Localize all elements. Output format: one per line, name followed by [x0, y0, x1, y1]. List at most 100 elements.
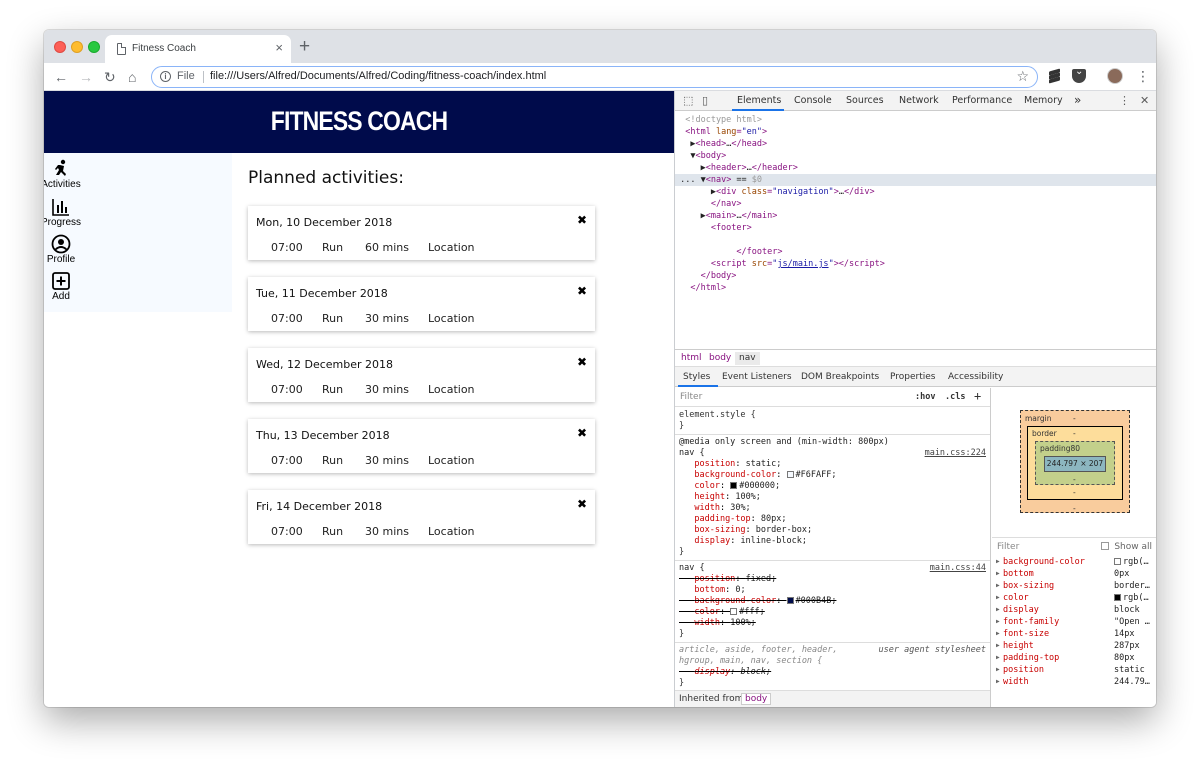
dom-node[interactable]: ▶<main>…</main>: [675, 210, 1156, 222]
tab-network[interactable]: Network: [899, 95, 939, 106]
remove-activity-button[interactable]: ✖: [577, 426, 587, 440]
hover-state-button[interactable]: :hov: [915, 392, 935, 402]
divider: [203, 71, 204, 83]
subtab-properties[interactable]: Properties: [890, 372, 935, 382]
computed-property[interactable]: ▶ height 287px: [992, 640, 1156, 652]
element-style-selector: element.style {: [679, 410, 756, 420]
computed-filter-input[interactable]: Filter: [997, 542, 1019, 552]
breadcrumb-nav[interactable]: nav: [735, 352, 760, 365]
nav-item-progress[interactable]: Progress: [44, 197, 87, 228]
maximize-window-button[interactable]: [88, 41, 100, 53]
tab-elements[interactable]: Elements: [737, 95, 781, 106]
subtab-styles[interactable]: Styles: [683, 372, 710, 382]
page-title: Planned activities:: [248, 168, 404, 188]
computed-property[interactable]: ▶ padding-top 80px: [992, 652, 1156, 664]
computed-property[interactable]: ▶ bottom 0px: [992, 568, 1156, 580]
pocket-icon[interactable]: [1072, 66, 1086, 83]
css-declaration[interactable]: color: #000000;: [679, 481, 780, 492]
computed-property[interactable]: ▶ box-sizing border…: [992, 580, 1156, 592]
css-declaration[interactable]: display: inline-block;: [679, 536, 807, 547]
css-declaration[interactable]: height: 100%;: [679, 492, 761, 503]
dom-node[interactable]: </html>: [675, 282, 1156, 294]
breadcrumb-body[interactable]: body: [709, 353, 731, 363]
rule-selector: nav {: [679, 448, 705, 458]
dom-node[interactable]: ▶<div class="navigation">…</div>: [675, 186, 1156, 198]
tab-performance[interactable]: Performance: [952, 95, 1012, 106]
close-window-button[interactable]: [54, 41, 66, 53]
dom-node[interactable]: <script src="js/main.js"></script>: [675, 258, 1156, 270]
computed-property[interactable]: ▶ background-color rgb(…: [992, 556, 1156, 568]
minimize-window-button[interactable]: [71, 41, 83, 53]
star-icon[interactable]: ☆: [1016, 68, 1029, 85]
inspect-icon[interactable]: ⬚: [683, 94, 693, 107]
address-bar[interactable]: i File file:///Users/Alfred/Documents/Al…: [151, 66, 1038, 88]
subtab-event-listeners[interactable]: Event Listeners: [722, 372, 792, 382]
nav-item-profile[interactable]: Profile: [44, 234, 87, 265]
tab-memory[interactable]: Memory: [1024, 95, 1063, 106]
tab-close-icon[interactable]: ×: [275, 40, 283, 56]
css-declaration-overridden[interactable]: position: fixed;: [679, 574, 776, 585]
more-tabs-icon[interactable]: »: [1074, 93, 1081, 107]
css-declaration-overridden[interactable]: display: block;: [679, 667, 771, 678]
css-declaration[interactable]: box-sizing: border-box;: [679, 525, 812, 536]
tab-sources[interactable]: Sources: [846, 95, 884, 106]
show-all-checkbox[interactable]: [1101, 542, 1109, 550]
dom-node[interactable]: </footer>: [675, 246, 1156, 258]
computed-property[interactable]: ▶ color rgb(…: [992, 592, 1156, 604]
breadcrumb-html[interactable]: html: [681, 353, 702, 363]
dom-node[interactable]: ▼<body>: [675, 150, 1156, 162]
remove-activity-button[interactable]: ✖: [577, 284, 587, 298]
source-link[interactable]: main.css:44: [930, 563, 986, 573]
layers-icon[interactable]: [1048, 68, 1062, 84]
dom-node[interactable]: <html lang="en">: [675, 126, 1156, 138]
dom-node[interactable]: ▶<header>…</header>: [675, 162, 1156, 174]
dom-node[interactable]: <!doctype html>: [675, 114, 1156, 126]
activity-duration: 30 mins: [365, 454, 409, 467]
subtab-accessibility[interactable]: Accessibility: [948, 372, 1003, 382]
browser-tab[interactable]: Fitness Coach ×: [105, 35, 291, 63]
kebab-menu-icon[interactable]: ⋮: [1119, 94, 1130, 107]
close-devtools-icon[interactable]: ✕: [1140, 94, 1149, 107]
url-text[interactable]: file:///Users/Alfred/Documents/Alfred/Co…: [210, 70, 546, 82]
css-declaration-overridden[interactable]: color: #fff;: [679, 607, 764, 618]
css-declaration-overridden[interactable]: background-color: #000B4B;: [679, 596, 836, 607]
css-declaration[interactable]: background-color: #F6FAFF;: [679, 470, 836, 481]
css-declaration[interactable]: width: 30%;: [679, 503, 750, 514]
computed-property[interactable]: ▶ width 244.79…: [992, 676, 1156, 688]
device-toggle-icon[interactable]: ▯: [702, 94, 708, 107]
home-icon[interactable]: ⌂: [128, 67, 136, 87]
subtab-dom-breakpoints[interactable]: DOM Breakpoints: [801, 372, 879, 382]
tab-console[interactable]: Console: [794, 95, 832, 106]
new-rule-button[interactable]: +: [974, 389, 981, 403]
dom-node-selected[interactable]: ... ▼<nav> == $0: [675, 174, 1156, 186]
remove-activity-button[interactable]: ✖: [577, 213, 587, 227]
source-link[interactable]: main.css:224: [925, 448, 986, 458]
remove-activity-button[interactable]: ✖: [577, 497, 587, 511]
css-declaration[interactable]: bottom: 0;: [679, 585, 745, 596]
reload-icon[interactable]: ↻: [104, 67, 116, 87]
computed-property[interactable]: ▶ position static: [992, 664, 1156, 676]
menu-icon[interactable]: ⋮: [1136, 67, 1150, 84]
inherited-body-link[interactable]: body: [741, 693, 772, 705]
nav-item-add[interactable]: Add: [44, 271, 87, 302]
css-declaration-overridden[interactable]: width: 100%;: [679, 618, 755, 629]
remove-activity-button[interactable]: ✖: [577, 355, 587, 369]
forward-icon[interactable]: →: [79, 67, 93, 87]
computed-property[interactable]: ▶ font-family "Open …: [992, 616, 1156, 628]
css-declaration[interactable]: padding-top: 80px;: [679, 514, 786, 525]
class-button[interactable]: .cls: [945, 392, 965, 402]
dom-node[interactable]: <footer>: [675, 222, 1156, 234]
info-icon[interactable]: i: [160, 71, 171, 82]
avatar-icon[interactable]: [1107, 68, 1123, 84]
new-tab-button[interactable]: +: [299, 36, 310, 58]
css-declaration[interactable]: position: static;: [679, 459, 781, 470]
dom-node[interactable]: ▶<head>…</head>: [675, 138, 1156, 150]
media-query: @media only screen and (min-width: 800px…: [679, 437, 889, 447]
nav-item-activities[interactable]: Activities: [44, 159, 87, 190]
computed-property[interactable]: ▶ font-size 14px: [992, 628, 1156, 640]
dom-node[interactable]: </body>: [675, 270, 1156, 282]
computed-property[interactable]: ▶ display block: [992, 604, 1156, 616]
back-icon[interactable]: ←: [54, 67, 68, 87]
dom-node[interactable]: </nav>: [675, 198, 1156, 210]
styles-filter-input[interactable]: Filter: [680, 392, 702, 402]
